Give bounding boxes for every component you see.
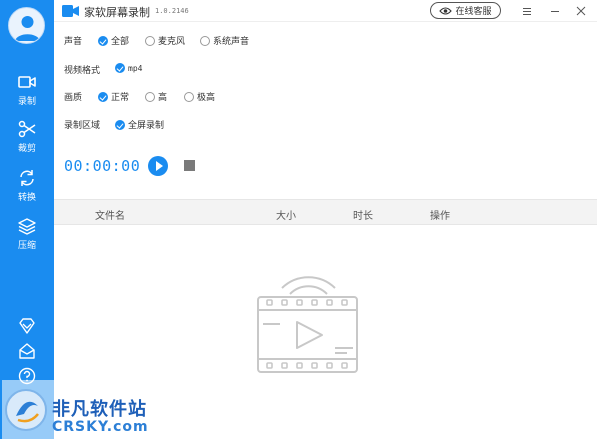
minimize-button[interactable] <box>546 2 564 20</box>
sidebar-item-label: 录制 <box>17 97 36 107</box>
sound-option-all[interactable]: 全部 <box>98 34 129 47</box>
sound-label: 声音 <box>64 37 83 47</box>
online-support-label: 在线客服 <box>455 7 492 17</box>
sidebar-item-label: 压缩 <box>17 241 36 251</box>
quality-option-ultra[interactable]: 极高 <box>184 90 215 103</box>
sidebar-item-record[interactable]: 录制 <box>0 72 54 116</box>
sound-option-label: 麦克风 <box>158 37 186 47</box>
quality-label: 画质 <box>64 93 83 103</box>
start-record-button[interactable] <box>148 156 168 176</box>
menu-button[interactable] <box>518 2 536 20</box>
refresh-icon <box>20 170 34 186</box>
quality-option-label: 极高 <box>197 93 216 103</box>
video-camera-icon <box>18 76 36 88</box>
recording-timer: 00:00:00 <box>64 157 141 175</box>
sound-option-label: 全部 <box>111 37 130 47</box>
sidebar-item-trim[interactable]: 裁剪 <box>0 119 54 163</box>
avatar[interactable] <box>8 7 45 44</box>
radio-unchecked-icon <box>200 35 210 46</box>
sound-option-system[interactable]: 系统声音 <box>200 34 249 47</box>
format-option-mp4[interactable]: mp4 <box>115 63 142 73</box>
radio-checked-icon <box>98 91 108 102</box>
user-avatar-icon <box>15 16 40 41</box>
eye-icon <box>439 6 453 15</box>
close-button[interactable] <box>572 2 590 20</box>
sound-option-microphone[interactable]: 麦克风 <box>145 34 185 47</box>
radio-checked-icon <box>115 63 125 73</box>
title-bar: 家软屏幕录制 1.0.2146 在线客服 <box>54 0 597 22</box>
radio-unchecked-icon <box>184 91 194 102</box>
app-title: 家软屏幕录制 <box>84 6 150 19</box>
video-format-label: 视频格式 <box>64 66 101 76</box>
radio-checked-icon <box>115 119 125 130</box>
format-option-label: mp4 <box>128 63 143 73</box>
online-support-button[interactable]: 在线客服 <box>430 2 501 19</box>
scissors-icon <box>18 120 36 138</box>
sidebar-item-label: 裁剪 <box>17 144 36 154</box>
mail-icon[interactable] <box>17 341 37 361</box>
stop-record-button[interactable] <box>184 160 195 171</box>
app-logo-icon <box>62 5 79 17</box>
quality-option-normal[interactable]: 正常 <box>98 90 129 103</box>
sidebar-item-label: 转换 <box>17 193 36 203</box>
sound-option-label: 系统声音 <box>213 37 250 47</box>
record-area-label: 录制区域 <box>64 121 101 131</box>
layers-icon <box>18 218 36 235</box>
quality-option-label: 正常 <box>111 93 130 103</box>
radio-checked-icon <box>98 35 108 46</box>
column-filename: 文件名 <box>95 211 125 222</box>
close-icon <box>576 6 586 16</box>
sidebar: 录制 裁剪 转换 压缩 <box>0 0 54 439</box>
sidebar-item-compress[interactable]: 压缩 <box>0 216 54 260</box>
minimize-icon <box>551 10 559 12</box>
radio-unchecked-icon <box>145 35 155 46</box>
empty-video-list-icon <box>257 276 358 373</box>
watermark-url: CRSKY.com <box>52 419 149 435</box>
quality-option-label: 高 <box>158 93 168 103</box>
file-table-header: 文件名 大小 时长 操作 <box>54 199 597 225</box>
quality-option-high[interactable]: 高 <box>145 90 167 103</box>
area-option-label: 全屏录制 <box>128 121 165 131</box>
app-version: 1.0.2146 <box>155 7 189 15</box>
sidebar-item-convert[interactable]: 转换 <box>0 168 54 212</box>
column-duration: 时长 <box>353 211 373 222</box>
area-option-fullscreen[interactable]: 全屏录制 <box>115 118 164 131</box>
vip-diamond-icon[interactable] <box>17 316 37 336</box>
watermark-title: 非凡软件站 <box>52 399 147 420</box>
radio-unchecked-icon <box>145 91 155 102</box>
hamburger-menu-icon <box>523 7 531 15</box>
column-size: 大小 <box>276 211 296 222</box>
column-actions: 操作 <box>430 211 450 222</box>
